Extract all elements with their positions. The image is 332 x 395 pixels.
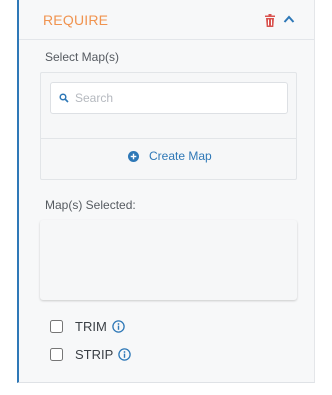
map-select-box: Create Map bbox=[40, 72, 297, 180]
divider bbox=[41, 138, 296, 139]
option-strip: STRIP bbox=[50, 347, 132, 362]
search-box[interactable] bbox=[50, 82, 288, 114]
strip-checkbox[interactable] bbox=[50, 348, 63, 361]
trash-icon[interactable] bbox=[264, 14, 276, 27]
trim-label: TRIM bbox=[75, 319, 107, 334]
panel-header[interactable]: REQUIRE bbox=[19, 0, 314, 40]
search-icon bbox=[59, 93, 69, 103]
search-input[interactable] bbox=[75, 83, 275, 113]
info-icon[interactable] bbox=[118, 348, 132, 361]
trim-checkbox[interactable] bbox=[50, 320, 63, 333]
require-panel: REQUIRE Select Map(s) Search Create Map … bbox=[17, 0, 315, 383]
info-icon[interactable] bbox=[112, 320, 125, 333]
create-map-label: Create Map bbox=[149, 149, 212, 163]
select-maps-label: Select Map(s) bbox=[45, 50, 120, 64]
option-trim: TRIM bbox=[50, 319, 125, 334]
strip-label: STRIP bbox=[75, 347, 114, 362]
create-map-button[interactable]: Create Map bbox=[128, 149, 212, 163]
plus-circle-icon bbox=[128, 150, 139, 162]
selected-maps-list bbox=[40, 220, 297, 300]
chevron-up-icon[interactable] bbox=[283, 14, 295, 24]
maps-selected-label: Map(s) Selected: bbox=[45, 198, 136, 212]
panel-title: REQUIRE bbox=[43, 12, 109, 28]
